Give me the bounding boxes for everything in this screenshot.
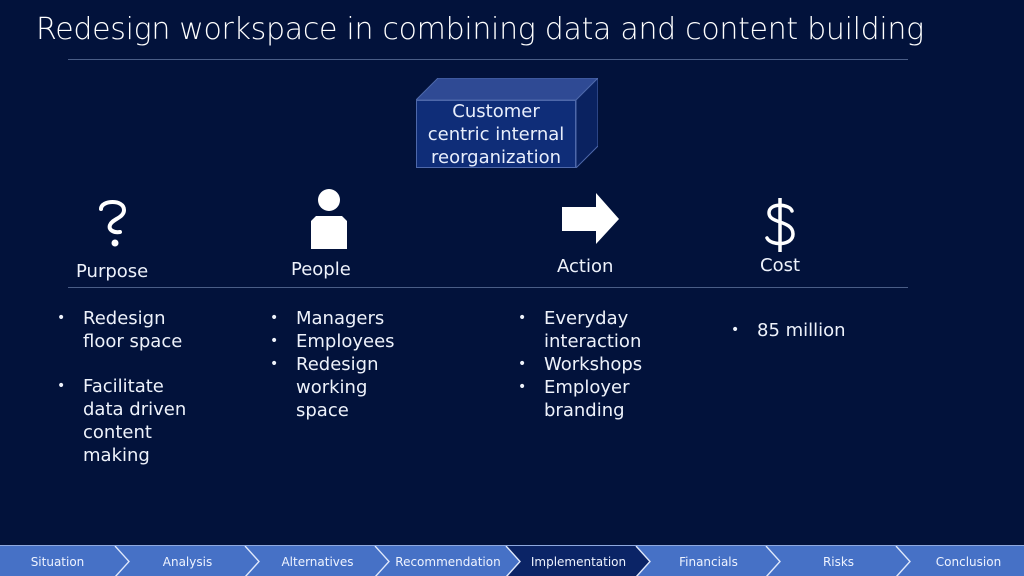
slide-title: Redesign workspace in combining data and… [36, 12, 924, 47]
person-icon [310, 188, 348, 254]
list-item: Employer branding [516, 376, 716, 422]
nav-step-analysis[interactable]: Analysis [125, 546, 250, 576]
column-label-action: Action [557, 256, 614, 277]
center-box-line: reorganization [431, 146, 561, 168]
people-list: Managers Employees Redesign working spac… [268, 307, 468, 422]
list-item-text: content [83, 422, 152, 443]
nav-step-implementation[interactable]: Implementation [516, 546, 641, 576]
list-item: 85 million [729, 319, 929, 342]
list-item: Facilitate data driven content making [55, 375, 255, 467]
nav-step-conclusion[interactable]: Conclusion [906, 546, 1024, 576]
list-item-text: Redesign [83, 308, 166, 329]
title-divider [68, 59, 908, 60]
list-item: Workshops [516, 353, 716, 376]
list-item-text: space [296, 400, 349, 421]
list-item: Everyday interaction [516, 307, 716, 353]
dollar-icon [763, 196, 797, 258]
header-divider [68, 287, 908, 288]
action-list: Everyday interaction Workshops Employer … [516, 307, 716, 422]
center-box-line: Customer [452, 100, 540, 122]
nav-step-risks[interactable]: Risks [776, 546, 901, 576]
list-item-text: Managers [296, 308, 385, 329]
column-label-purpose: Purpose [76, 261, 149, 282]
column-label-cost: Cost [760, 255, 801, 276]
arrow-right-icon [562, 193, 620, 249]
list-item-text: Redesign [296, 354, 379, 375]
list-item-text: Facilitate [83, 376, 164, 397]
center-box-line: centric internal [427, 123, 565, 145]
list-item-text: Employees [296, 331, 395, 352]
list-item-text: Employer [544, 377, 630, 398]
center-box: Customer centric internal reorganization [416, 78, 598, 168]
list-item: Managers [268, 307, 468, 330]
nav-step-alternatives[interactable]: Alternatives [255, 546, 380, 576]
nav-step-recommendation[interactable]: Recommendation [387, 546, 509, 576]
list-item-text: floor space [83, 331, 183, 352]
nav-step-financials[interactable]: Financials [646, 546, 771, 576]
list-item: Redesign floor space [55, 307, 255, 353]
list-item-text: interaction [544, 331, 642, 352]
list-item-text: branding [544, 400, 625, 421]
purpose-list: Redesign floor space Facilitate data dri… [55, 307, 255, 467]
list-item-text: data driven [83, 399, 187, 420]
list-item-text: making [83, 445, 150, 466]
list-item: Employees [268, 330, 468, 353]
list-item-text: 85 million [757, 320, 846, 341]
list-item-text: working [296, 377, 368, 398]
list-item-text: Everyday [544, 308, 629, 329]
nav-step-situation[interactable]: Situation [0, 546, 115, 576]
cost-list: 85 million [729, 319, 929, 342]
list-item-text: Workshops [544, 354, 643, 375]
center-box-text: Customer centric internal reorganization [416, 100, 576, 168]
progress-navigation: Situation Analysis Alternatives Recommen… [0, 545, 1024, 576]
column-label-people: People [291, 259, 351, 280]
question-mark-icon [96, 197, 130, 253]
slide: Redesign workspace in combining data and… [0, 0, 1024, 576]
list-item: Redesign working space [268, 353, 468, 422]
